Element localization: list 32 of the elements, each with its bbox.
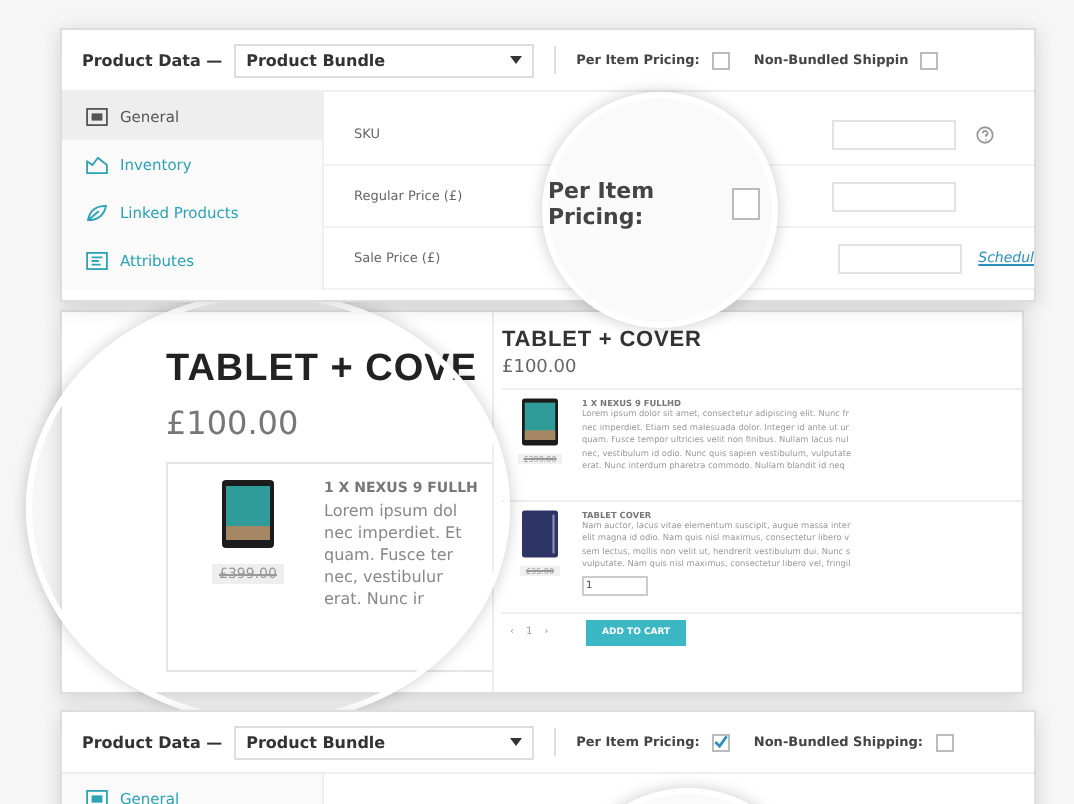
panel-title: Product Data — <box>82 733 223 751</box>
checkbox[interactable] <box>711 51 730 69</box>
tablet-icon <box>522 398 558 446</box>
description-line: nec imperdiet. Et <box>324 522 464 544</box>
option-label: Per Item Pricing: <box>548 178 657 230</box>
chart-icon <box>86 155 108 173</box>
window-icon <box>86 107 108 125</box>
caret-icon <box>510 738 523 746</box>
tablet-cover-icon <box>522 509 558 557</box>
input-field[interactable] <box>832 181 956 211</box>
window-icon <box>86 789 108 804</box>
product-type-select[interactable]: Product Bundle <box>234 725 535 759</box>
list-icon <box>86 251 108 269</box>
description-line: Lorem ipsum dol <box>324 500 460 522</box>
checkbox[interactable] <box>732 188 760 220</box>
description-line: quam. Fusce ter <box>324 544 456 566</box>
input-field[interactable] <box>832 119 956 149</box>
help-icon <box>976 125 994 143</box>
checkbox[interactable] <box>920 51 939 69</box>
checkbox[interactable] <box>711 733 730 751</box>
product-title: TABLET + COVER <box>502 328 704 352</box>
tablet-icon <box>222 480 274 548</box>
description-line: nec, vestibulur <box>324 566 445 588</box>
product-type-select[interactable]: Product Bundle <box>234 43 535 77</box>
leaf-icon <box>86 203 108 221</box>
caret-icon <box>510 56 523 64</box>
checkbox[interactable] <box>935 733 954 751</box>
panel-title: Product Data — <box>82 51 223 69</box>
product-price: £100.00 <box>502 358 579 378</box>
input-field[interactable] <box>838 243 963 273</box>
description-line: erat. Nunc ir <box>324 588 426 610</box>
product-price: £100.00 <box>166 404 301 442</box>
